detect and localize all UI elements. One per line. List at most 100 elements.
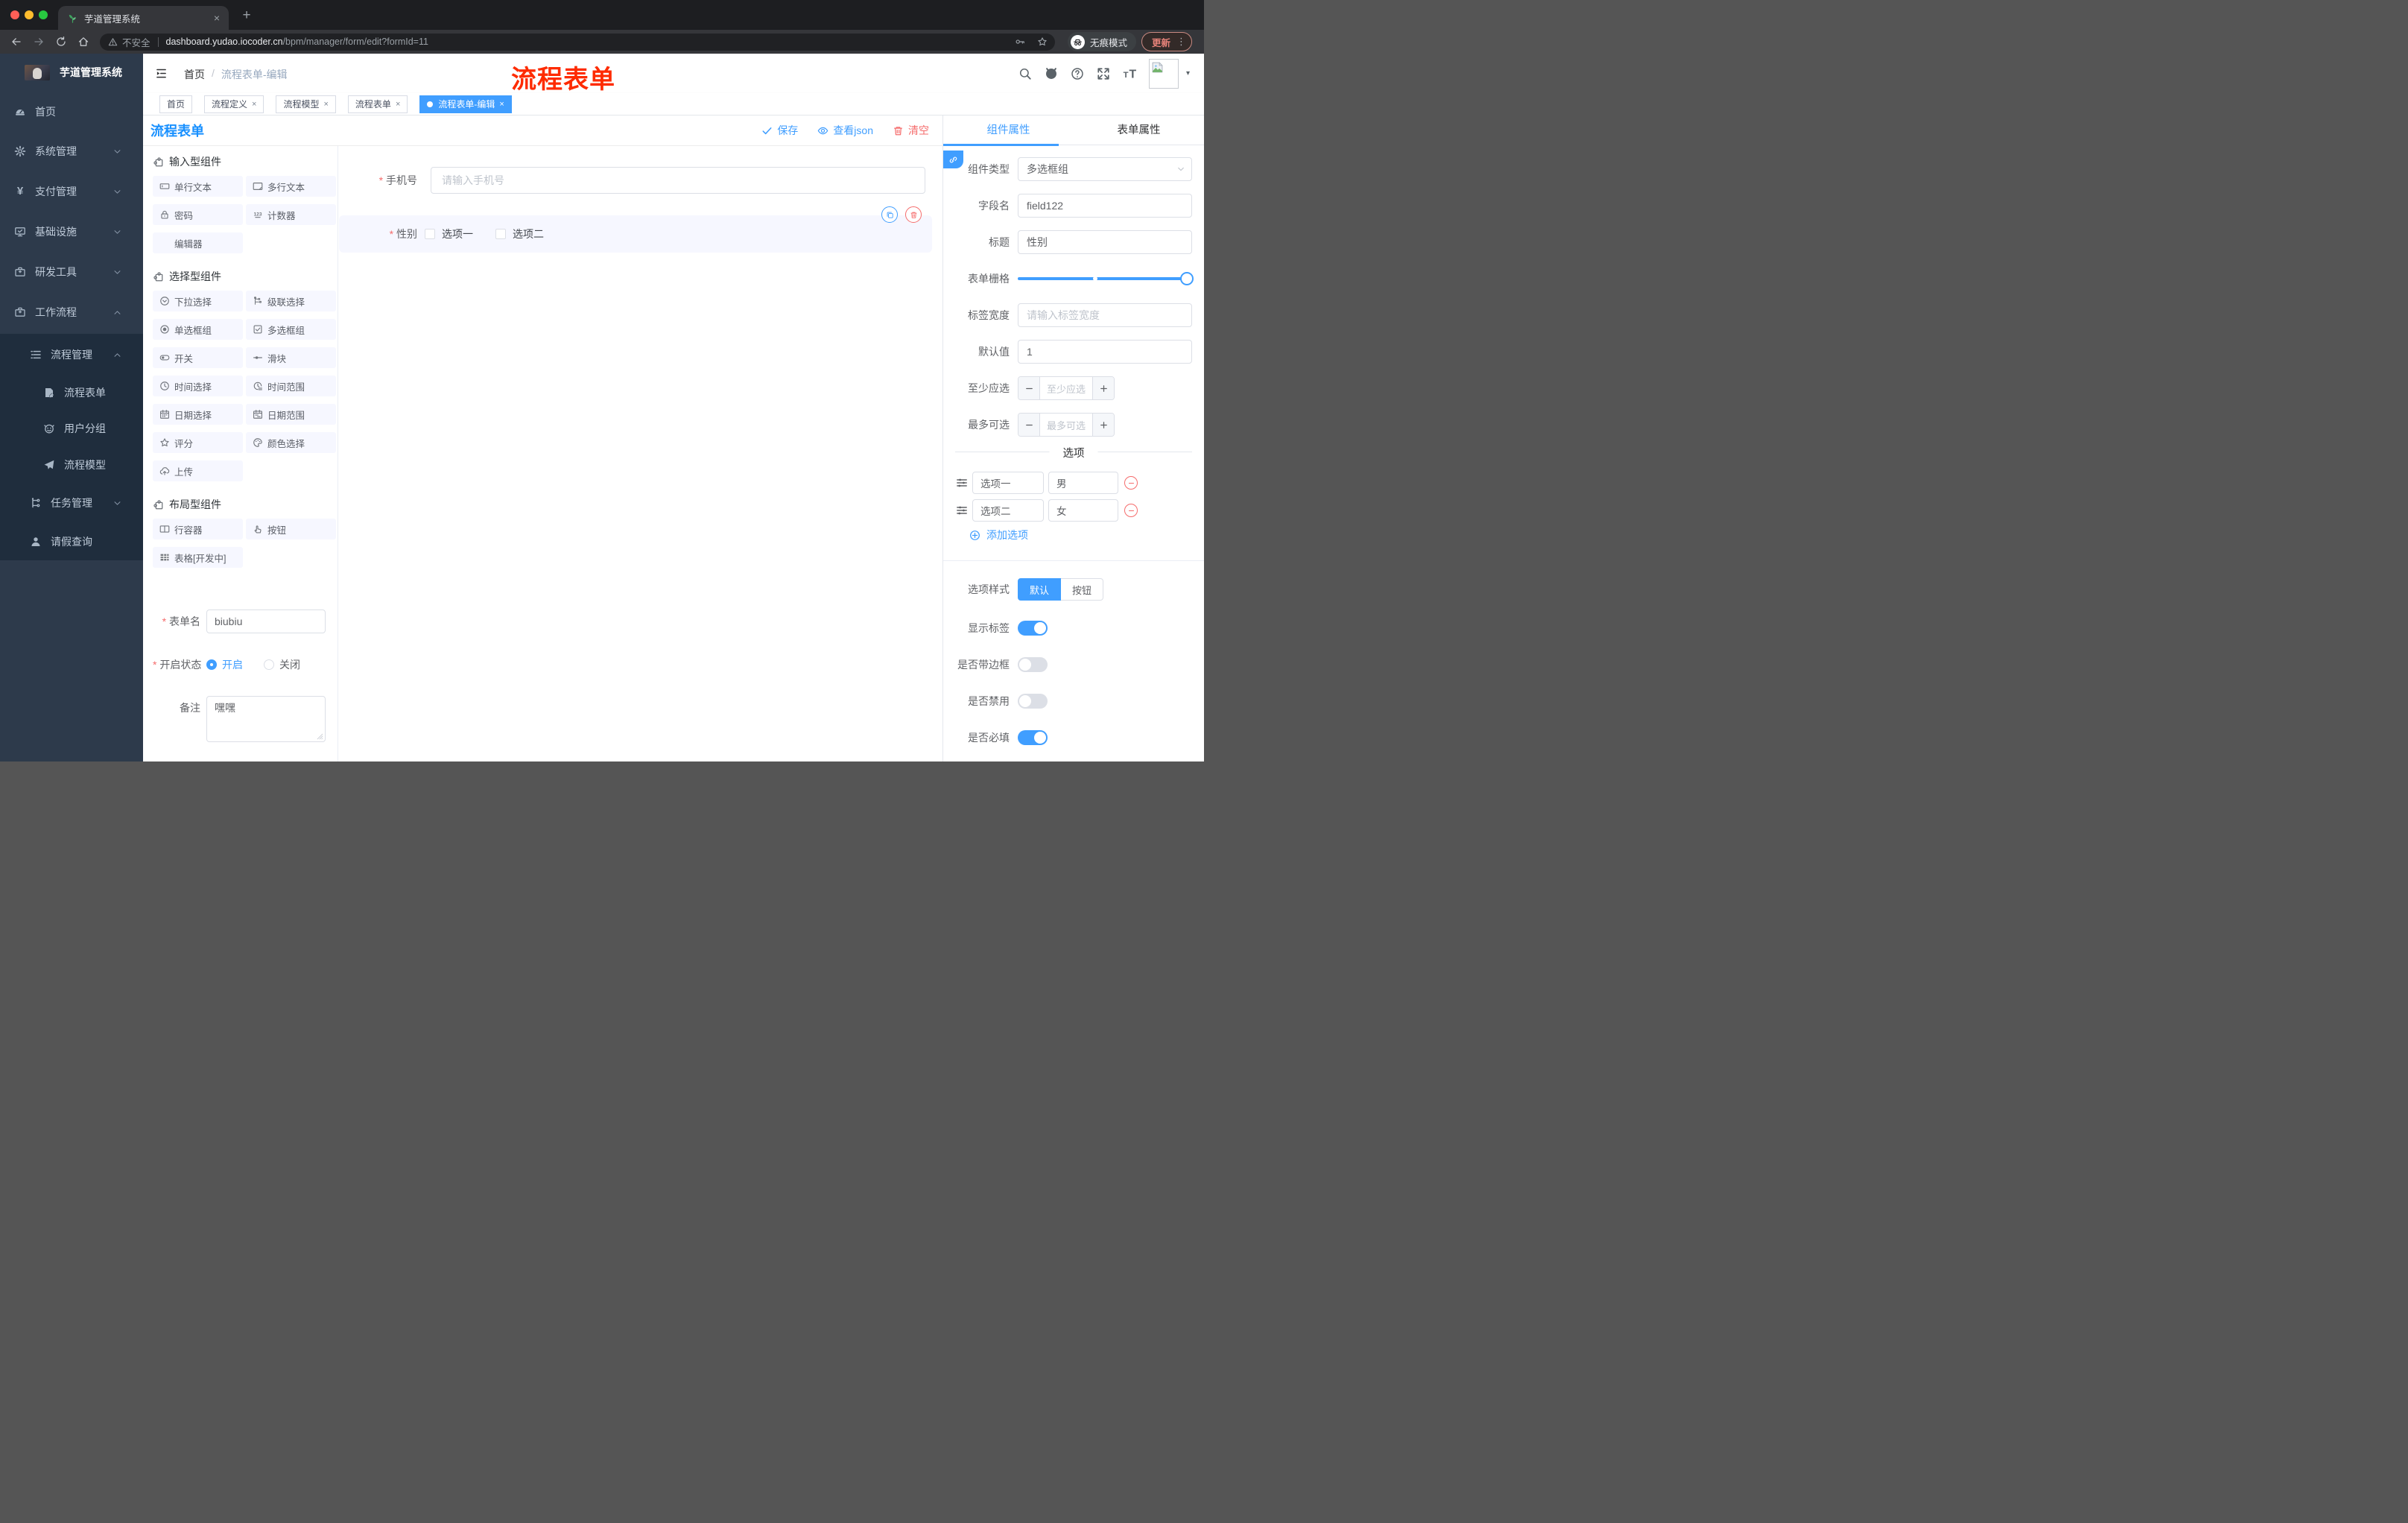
gender-checkbox-1[interactable]: 选项一: [425, 227, 473, 241]
drag-handle-icon[interactable]: [956, 504, 968, 516]
tag-process-form-edit[interactable]: 流程表单-编辑 ×: [419, 95, 512, 113]
gender-checkbox-2[interactable]: 选项二: [495, 227, 544, 241]
stepper-minus-button[interactable]: [1018, 414, 1040, 436]
clear-button[interactable]: 清空: [893, 123, 929, 138]
tab-close-icon[interactable]: ×: [212, 12, 221, 24]
option-value-input[interactable]: 男: [1048, 472, 1118, 494]
tag-close-icon[interactable]: ×: [499, 100, 504, 109]
toggle-required[interactable]: [1018, 730, 1048, 745]
breadcrumb-home[interactable]: 首页: [184, 67, 205, 82]
palette-item-radio-group[interactable]: 单选框组: [153, 319, 243, 340]
address-bar[interactable]: 不安全 dashboard.yudao.iocoder.cn/bpm/manag…: [100, 33, 1055, 51]
palette-item-row-container[interactable]: 行容器: [153, 519, 243, 539]
palette-item-select[interactable]: 下拉选择: [153, 291, 243, 311]
option-label-input[interactable]: 选项一: [972, 472, 1044, 494]
drag-handle-icon[interactable]: [956, 477, 968, 489]
fullscreen-icon[interactable]: [1097, 67, 1110, 80]
stepper-plus-button[interactable]: [1092, 414, 1114, 436]
search-icon[interactable]: [1018, 67, 1032, 80]
tag-close-icon[interactable]: ×: [323, 100, 328, 109]
sidebar-item-process-mgmt[interactable]: 流程管理: [0, 338, 143, 371]
font-size-icon[interactable]: TT: [1123, 67, 1136, 80]
form-grid-slider[interactable]: [1018, 267, 1194, 291]
palette-item-slider[interactable]: 滑块: [246, 347, 336, 368]
tag-process-definition[interactable]: 流程定义 ×: [204, 95, 264, 113]
user-menu-caret-icon[interactable]: ▾: [1186, 69, 1194, 77]
stepper-minus-button[interactable]: [1018, 377, 1040, 399]
view-json-button[interactable]: 查看json: [817, 123, 873, 138]
palette-item-editor[interactable]: 编辑器: [153, 232, 243, 253]
palette-item-table[interactable]: 表格[开发中]: [153, 547, 243, 568]
bookmark-star-icon[interactable]: [1037, 37, 1048, 47]
window-zoom-button[interactable]: [39, 10, 48, 19]
palette-item-time-range[interactable]: 时间范围: [246, 376, 336, 396]
sidebar-item-process-model[interactable]: 流程模型: [0, 449, 143, 481]
slider-handle[interactable]: [1180, 272, 1194, 285]
github-icon[interactable]: [1045, 67, 1058, 80]
sidebar-item-home[interactable]: 首页: [0, 95, 143, 128]
style-default-button[interactable]: 默认: [1018, 578, 1062, 601]
sidebar-item-system[interactable]: 系统管理: [0, 135, 143, 168]
tab-form-props[interactable]: 表单属性: [1074, 115, 1204, 145]
sidebar-item-task-mgmt[interactable]: 任务管理: [0, 487, 143, 519]
doc-link-tag[interactable]: [943, 151, 963, 168]
canvas-field-gender-selected[interactable]: 性别 选项一 选项二: [339, 206, 932, 253]
sidebar-item-process-form[interactable]: 流程表单: [0, 376, 143, 409]
field-name-input[interactable]: field122: [1018, 194, 1192, 218]
checkbox-icon[interactable]: [425, 229, 435, 239]
palette-item-upload[interactable]: 上传: [153, 460, 243, 481]
max-select-input[interactable]: 最多可选: [1040, 414, 1092, 436]
sidebar-item-leave-query[interactable]: 请假查询: [0, 525, 143, 558]
tab-component-props[interactable]: 组件属性: [943, 115, 1074, 145]
password-key-icon[interactable]: [1015, 37, 1025, 47]
radio-closed[interactable]: 关闭: [264, 657, 300, 672]
sidebar-logo[interactable]: 芋道管理系统: [0, 54, 143, 91]
sidebar-item-infra[interactable]: 基础设施: [0, 215, 143, 248]
form-remark-textarea[interactable]: 嘿嘿: [206, 696, 326, 742]
forward-icon[interactable]: [33, 36, 45, 48]
palette-item-time-picker[interactable]: 时间选择: [153, 376, 243, 396]
default-value-input[interactable]: 1: [1018, 340, 1192, 364]
palette-item-color-picker[interactable]: 颜色选择: [246, 432, 336, 453]
avatar[interactable]: [1149, 58, 1179, 89]
palette-item-password[interactable]: 密码: [153, 204, 243, 225]
tag-process-model[interactable]: 流程模型 ×: [276, 95, 336, 113]
palette-item-single-text[interactable]: 单行文本: [153, 176, 243, 197]
sidebar-item-user-group[interactable]: 用户分组: [0, 412, 143, 445]
home-icon[interactable]: [77, 36, 89, 48]
radio-open[interactable]: 开启: [206, 657, 243, 672]
palette-item-multi-text[interactable]: 多行文本: [246, 176, 336, 197]
resize-grip-icon[interactable]: [317, 733, 323, 740]
palette-item-checkbox-group[interactable]: 多选框组: [246, 319, 336, 340]
tag-home[interactable]: 首页: [159, 95, 193, 113]
window-minimize-button[interactable]: [25, 10, 34, 19]
new-tab-button[interactable]: +: [237, 7, 256, 24]
delete-field-button[interactable]: [905, 206, 922, 223]
checkbox-icon[interactable]: [495, 229, 506, 239]
palette-item-button[interactable]: 按钮: [246, 519, 336, 539]
canvas-field-phone[interactable]: 手机号 请输入手机号: [338, 167, 925, 194]
remove-option-button[interactable]: [1124, 476, 1138, 490]
tag-close-icon[interactable]: ×: [252, 100, 256, 109]
tag-process-form[interactable]: 流程表单 ×: [347, 95, 408, 113]
toggle-show-label[interactable]: [1018, 621, 1048, 636]
palette-item-switch[interactable]: 开关: [153, 347, 243, 368]
component-type-select[interactable]: 多选框组: [1018, 157, 1192, 181]
option-value-input[interactable]: 女: [1048, 499, 1118, 522]
copy-field-button[interactable]: [881, 206, 898, 223]
min-select-input[interactable]: 至少应选: [1040, 377, 1092, 399]
palette-item-date-range[interactable]: 日期范围: [246, 404, 336, 425]
save-button[interactable]: 保存: [761, 123, 798, 138]
help-icon[interactable]: [1071, 67, 1084, 80]
toggle-border[interactable]: [1018, 657, 1048, 672]
palette-item-cascader[interactable]: 级联选择: [246, 291, 336, 311]
add-option-button[interactable]: 添加选项: [969, 528, 1204, 542]
title-input[interactable]: 性别: [1018, 230, 1192, 254]
style-button-button[interactable]: 按钮: [1061, 578, 1104, 601]
window-close-button[interactable]: [10, 10, 19, 19]
browser-menu-icon[interactable]: ⋮: [1176, 36, 1186, 48]
phone-input[interactable]: 请输入手机号: [431, 167, 925, 194]
tag-close-icon[interactable]: ×: [396, 100, 400, 109]
palette-item-counter[interactable]: 123 计数器: [246, 204, 336, 225]
browser-update-button[interactable]: 更新 ⋮: [1141, 32, 1193, 51]
